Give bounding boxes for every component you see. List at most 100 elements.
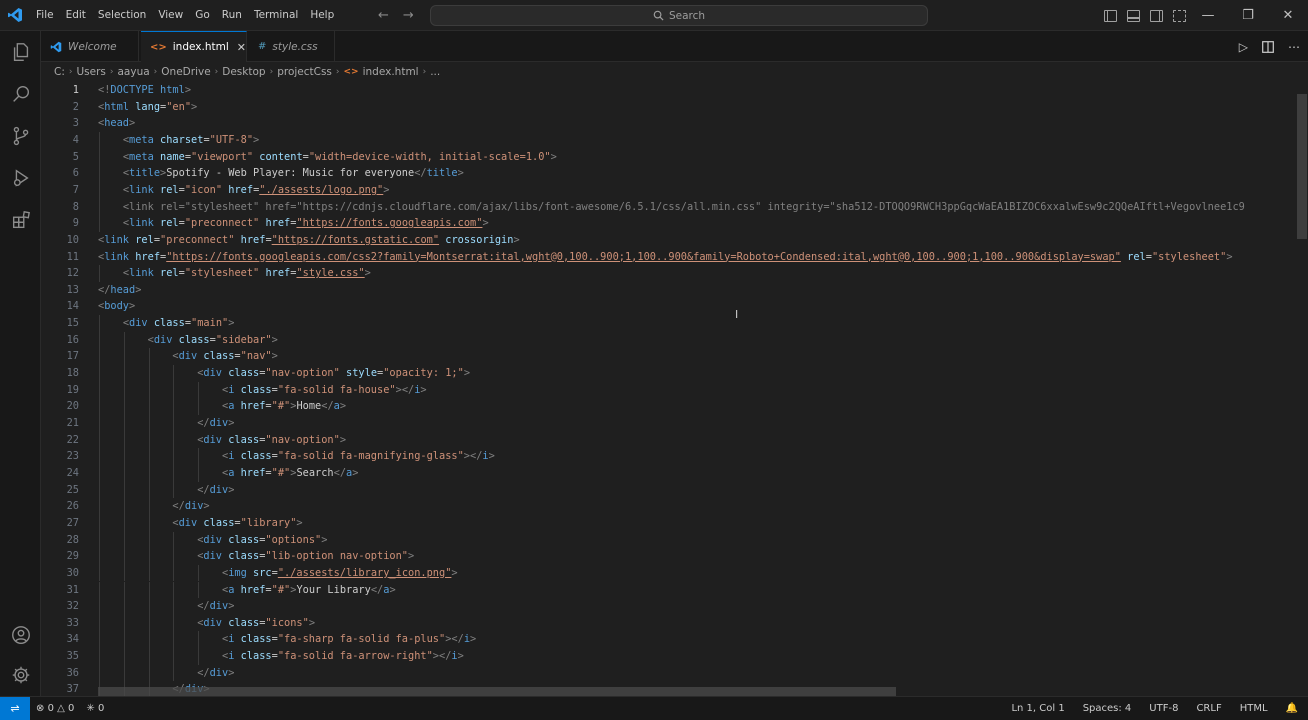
- code-line[interactable]: <div class="icons">: [98, 615, 315, 632]
- encoding[interactable]: UTF-8: [1149, 703, 1178, 714]
- code-line[interactable]: <div class="options">: [98, 532, 327, 549]
- breadcrumb-item[interactable]: aayua: [118, 66, 150, 78]
- code-line[interactable]: <link href="https://fonts.googleapis.com…: [98, 249, 1233, 266]
- minimize-icon[interactable]: —: [1188, 0, 1228, 31]
- code-line[interactable]: <!DOCTYPE html>: [98, 82, 191, 99]
- editor-tab-bar: Welcome <> index.html ✕ # style.css ▷ ⋯: [41, 31, 1308, 62]
- code-line[interactable]: <link rel="preconnect" href="https://fon…: [98, 232, 520, 249]
- status-right: Ln 1, Col 1 Spaces: 4 UTF-8 CRLF HTML 🔔: [1011, 697, 1308, 720]
- problems-indicator[interactable]: ⊗ 0 △ 0: [36, 703, 74, 714]
- menu-run[interactable]: Run: [216, 0, 248, 31]
- code-line[interactable]: <body>: [98, 298, 135, 315]
- code-line[interactable]: </div>: [98, 498, 209, 515]
- accounts-icon[interactable]: [0, 615, 41, 655]
- code-line[interactable]: <a href="#">Home</a>: [98, 398, 346, 415]
- menu-help[interactable]: Help: [304, 0, 340, 31]
- toggle-secondary-sidebar-icon[interactable]: [1150, 9, 1163, 22]
- remote-indicator-icon[interactable]: ⇌: [0, 696, 30, 720]
- code-line[interactable]: <meta charset="UTF-8">: [98, 132, 259, 149]
- search-placeholder: Search: [668, 9, 706, 22]
- code-line[interactable]: <div class="lib-option nav-option">: [98, 548, 414, 565]
- notifications-bell-icon[interactable]: 🔔: [1286, 703, 1298, 714]
- breadcrumb-item[interactable]: ...: [430, 66, 440, 78]
- code-line[interactable]: <i class="fa-solid fa-magnifying-glass">…: [98, 448, 495, 465]
- code-line[interactable]: </div>: [98, 482, 234, 499]
- code-line[interactable]: <a href="#">Your Library</a>: [98, 582, 396, 599]
- code-area[interactable]: <!DOCTYPE html> <html lang="en"> <head> <m…: [98, 82, 1294, 696]
- code-line[interactable]: <i class="fa-sharp fa-solid fa-plus"></i…: [98, 631, 476, 648]
- breadcrumb-item[interactable]: Users: [76, 66, 105, 78]
- close-window-icon[interactable]: ✕: [1268, 0, 1308, 31]
- ports-indicator[interactable]: ✳ 0: [86, 703, 104, 714]
- vertical-scrollbar[interactable]: [1296, 82, 1308, 696]
- tab-index-html[interactable]: <> index.html ✕: [141, 31, 247, 62]
- menu-terminal[interactable]: Terminal: [248, 0, 304, 31]
- cursor-position[interactable]: Ln 1, Col 1: [1011, 703, 1064, 714]
- source-control-icon[interactable]: [0, 116, 41, 156]
- restore-icon[interactable]: ❐: [1228, 0, 1268, 31]
- breadcrumb-item[interactable]: C:: [54, 66, 65, 78]
- code-line[interactable]: <div class="nav-option">: [98, 432, 346, 449]
- explorer-icon[interactable]: [0, 32, 41, 72]
- line-number-gutter: 1 2 3 4 5 6 7 8 9 10 11 12 13 14 15 16 17 18 19 20 21 22 23 24 2…: [41, 82, 79, 696]
- more-actions-icon[interactable]: ⋯: [1288, 40, 1300, 54]
- code-line[interactable]: <link rel="stylesheet" href="style.css">: [98, 265, 371, 282]
- toggle-primary-sidebar-icon[interactable]: [1104, 9, 1117, 22]
- code-line[interactable]: <link rel="preconnect" href="https://fon…: [98, 215, 489, 232]
- code-line[interactable]: <html lang="en">: [98, 99, 197, 116]
- line-number: 22: [66, 433, 79, 446]
- code-line[interactable]: </div>: [98, 415, 234, 432]
- menu-go[interactable]: Go: [189, 0, 216, 31]
- run-icon[interactable]: ▷: [1239, 40, 1248, 54]
- code-line[interactable]: <img src="./assests/library_icon.png">: [98, 565, 458, 582]
- code-line[interactable]: <i class="fa-solid fa-house"></i>: [98, 382, 427, 399]
- close-tab-icon[interactable]: ✕: [237, 41, 246, 54]
- line-number: 20: [66, 400, 79, 413]
- end-of-line[interactable]: CRLF: [1196, 703, 1221, 714]
- manage-gear-icon[interactable]: [0, 655, 41, 695]
- code-line[interactable]: </head>: [98, 282, 141, 299]
- run-and-debug-icon[interactable]: [0, 158, 41, 198]
- breadcrumb-item[interactable]: index.html: [363, 66, 419, 78]
- code-line[interactable]: <head>: [98, 115, 135, 132]
- breadcrumb-item[interactable]: Desktop: [222, 66, 265, 78]
- toggle-panel-icon[interactable]: [1127, 9, 1140, 22]
- code-line[interactable]: <div class="nav">: [98, 348, 277, 365]
- command-center-search[interactable]: Search: [430, 5, 928, 26]
- tab-style-css[interactable]: # style.css: [249, 31, 335, 62]
- search-sidebar-icon[interactable]: [0, 74, 41, 114]
- extensions-icon[interactable]: [0, 200, 41, 240]
- code-line[interactable]: <title>Spotify - Web Player: Music for e…: [98, 165, 464, 182]
- menu-edit[interactable]: Edit: [60, 0, 92, 31]
- html-icon: <>: [343, 67, 359, 77]
- menu-file[interactable]: File: [30, 0, 60, 31]
- code-line[interactable]: <div class="sidebar">: [98, 332, 278, 349]
- vertical-scrollbar-thumb[interactable]: [1297, 94, 1307, 239]
- horizontal-scrollbar-thumb[interactable]: [98, 687, 896, 696]
- forward-arrow-icon[interactable]: →: [403, 8, 414, 23]
- code-editor[interactable]: 1 2 3 4 5 6 7 8 9 10 11 12 13 14 15 16 17 18 19 20 21 22 23 24 2…: [41, 82, 1308, 696]
- indentation[interactable]: Spaces: 4: [1083, 703, 1132, 714]
- code-line[interactable]: <div class="main">: [98, 315, 235, 332]
- tab-welcome[interactable]: Welcome: [41, 31, 139, 62]
- code-line[interactable]: <i class="fa-solid fa-arrow-right"></i>: [98, 648, 464, 665]
- vscode-icon: [50, 41, 62, 52]
- code-line[interactable]: <link rel="icon" href="./assests/logo.pn…: [98, 182, 390, 199]
- breadcrumb-item[interactable]: projectCss: [277, 66, 332, 78]
- back-arrow-icon[interactable]: ←: [378, 8, 389, 23]
- split-editor-icon[interactable]: [1262, 40, 1274, 53]
- menu-selection[interactable]: Selection: [92, 0, 152, 31]
- menu-view[interactable]: View: [152, 0, 189, 31]
- window-controls: — ❐ ✕: [1188, 0, 1308, 31]
- code-line[interactable]: </div>: [98, 665, 234, 682]
- code-line[interactable]: <a href="#">Search</a>: [98, 465, 358, 482]
- customize-layout-icon[interactable]: [1173, 9, 1186, 22]
- code-line[interactable]: </div>: [98, 598, 234, 615]
- language-mode[interactable]: HTML: [1240, 703, 1268, 714]
- title-bar: File Edit Selection View Go Run Terminal…: [0, 0, 1308, 31]
- breadcrumb-item[interactable]: OneDrive: [161, 66, 210, 78]
- code-line[interactable]: <meta name="viewport" content="width=dev…: [98, 149, 557, 166]
- code-line[interactable]: <div class="nav-option" style="opacity: …: [98, 365, 470, 382]
- code-line[interactable]: <link rel="stylesheet" href="https://cdn…: [98, 199, 1245, 216]
- code-line[interactable]: <div class="library">: [98, 515, 302, 532]
